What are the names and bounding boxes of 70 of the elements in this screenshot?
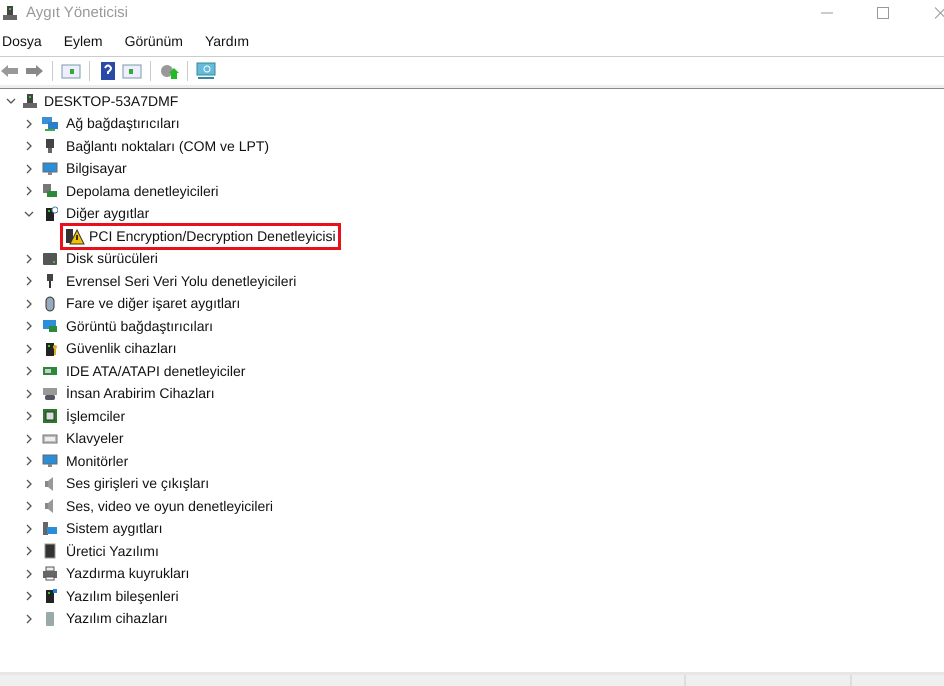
- monitor-icon: [42, 453, 58, 470]
- menu-item[interactable]: Görünüm: [124, 30, 183, 52]
- warning-device-icon: [65, 227, 85, 246]
- tree-item[interactable]: İşlemciler: [66, 406, 126, 427]
- system-icon: [42, 520, 58, 537]
- tree-item[interactable]: Bilgisayar: [66, 158, 127, 180]
- expand-chevron-icon[interactable]: [24, 344, 34, 354]
- menu-item[interactable]: Eylem: [64, 30, 103, 52]
- expand-chevron-icon[interactable]: [24, 456, 34, 466]
- memory-chip-icon: [42, 543, 58, 560]
- expand-chevron-icon[interactable]: [24, 321, 34, 332]
- expand-chevron-icon[interactable]: [24, 164, 34, 174]
- network-icon: [42, 116, 58, 132]
- expand-chevron-icon[interactable]: [24, 388, 34, 399]
- tree-item[interactable]: İnsan Arabirim Cihazları: [66, 383, 215, 404]
- expand-chevron-icon[interactable]: [24, 591, 34, 602]
- tree-item[interactable]: Ses girişleri ve çıkışları: [66, 473, 210, 494]
- display-adapter-icon: [42, 318, 58, 334]
- expand-chevron-icon[interactable]: [24, 614, 34, 624]
- storage-icon: [42, 183, 58, 200]
- collapse-chevron-icon[interactable]: [24, 208, 34, 219]
- expand-chevron-icon[interactable]: [24, 568, 34, 579]
- expand-chevron-icon[interactable]: [24, 411, 34, 422]
- tree-item[interactable]: PCI Encryption/Decryption Denetleyicisi: [89, 226, 336, 247]
- tree-item[interactable]: Yazdırma kuyrukları: [66, 563, 190, 584]
- printer-icon: [42, 566, 58, 582]
- tree-item[interactable]: Görüntü bağdaştırıcıları: [66, 316, 214, 337]
- drive-icon: [42, 250, 58, 267]
- window-title: Aygıt Yöneticisi: [26, 2, 128, 23]
- computer-icon: [22, 93, 38, 110]
- expand-chevron-icon[interactable]: [24, 524, 34, 534]
- tree-item[interactable]: Güvenlik cihazları: [66, 338, 176, 360]
- tree-item[interactable]: Yazılım cihazları: [66, 608, 168, 630]
- expand-chevron-icon[interactable]: [24, 276, 34, 286]
- computer-icon: [2, 5, 18, 21]
- close-icon[interactable]: [935, 7, 944, 19]
- tree-item[interactable]: IDE ATA/ATAPI denetleyiciler: [66, 360, 246, 382]
- tree-item[interactable]: Ses, video ve oyun denetleyicileri: [66, 496, 274, 517]
- menu-item[interactable]: Dosya: [2, 30, 42, 52]
- input-device-icon: [42, 386, 58, 402]
- expand-chevron-icon[interactable]: [24, 254, 34, 264]
- tree-item[interactable]: Klavyeler: [66, 428, 124, 450]
- tree-item[interactable]: Depolama denetleyicileri: [66, 180, 219, 202]
- expand-chevron-icon[interactable]: [24, 186, 34, 196]
- processor-icon: [42, 408, 58, 424]
- tree-item[interactable]: Yazılım bileşenleri: [66, 586, 179, 607]
- tree-item[interactable]: Fare ve diğer işaret aygıtları: [66, 293, 240, 314]
- expand-chevron-icon[interactable]: [24, 478, 34, 489]
- tree-item[interactable]: Üretici Yazılımı: [66, 540, 159, 562]
- expand-chevron-icon[interactable]: [24, 298, 34, 309]
- tree-item[interactable]: Monitörler: [66, 450, 128, 472]
- tree-item[interactable]: Diğer aygıtlar: [66, 203, 150, 224]
- expand-chevron-icon[interactable]: [24, 366, 34, 376]
- tree-item[interactable]: Bağlantı noktaları (COM ve LPT): [66, 136, 270, 157]
- menu-item[interactable]: Yardım: [204, 30, 250, 52]
- scan-monitor-icon[interactable]: [196, 61, 216, 81]
- tree-item[interactable]: Evrensel Seri Veri Yolu denetleyicileri: [66, 270, 296, 292]
- help-icon[interactable]: [98, 61, 118, 81]
- tree-item[interactable]: Disk sürücüleri: [66, 248, 158, 270]
- tree-item[interactable]: Sistem aygıtları: [66, 518, 162, 540]
- tree-item[interactable]: Ağ bağdaştırıcıları: [66, 113, 180, 134]
- monitor-icon: [42, 160, 58, 177]
- expand-chevron-icon[interactable]: [24, 546, 34, 556]
- expand-chevron-icon[interactable]: [24, 118, 34, 129]
- collapse-chevron-icon[interactable]: [6, 96, 16, 106]
- expand-chevron-icon[interactable]: [24, 501, 34, 512]
- tree-item[interactable]: DESKTOP-53A7DMF: [44, 90, 178, 112]
- maximize-icon[interactable]: [877, 7, 889, 19]
- expand-chevron-icon[interactable]: [24, 141, 34, 152]
- expand-chevron-icon[interactable]: [24, 434, 34, 444]
